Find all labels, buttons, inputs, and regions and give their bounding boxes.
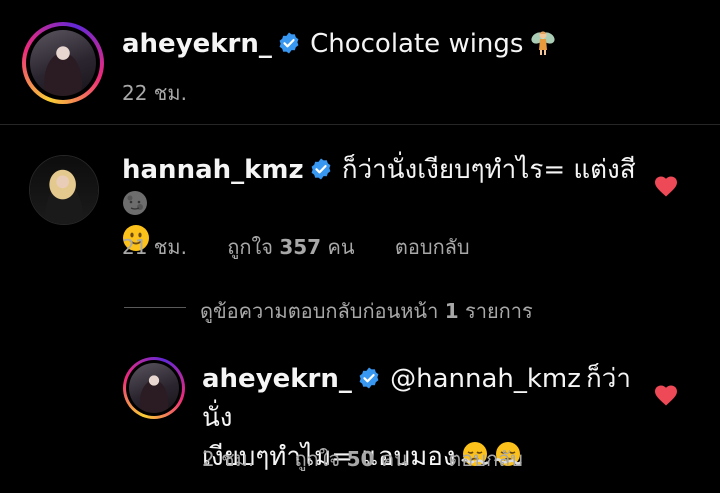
likes-prefix: ถูกใจ (294, 447, 341, 471)
comment1-username[interactable]: hannah_kmz (122, 155, 304, 185)
replies-line (124, 307, 186, 308)
view-previous-replies[interactable]: ดูข้อความตอบกลับก่อนหน้า 1 รายการ (200, 295, 533, 327)
reply-meta: 2 ชม. ถูกใจ 50 คน ตอบกลับ (202, 443, 523, 475)
comment1-text: ก็ว่านั่งเงียบๆทำไร= แต่งสี (341, 155, 636, 185)
reply-like-heart-icon[interactable] (654, 384, 678, 406)
comment1-meta: 21 ชม. ถูกใจ 357 คน ตอบกลับ (122, 231, 470, 263)
reply-reply-button[interactable]: ตอบกลับ (448, 447, 523, 471)
caption-avatar[interactable] (22, 22, 104, 104)
verified-badge-icon (311, 158, 331, 180)
reply-time: 2 ชม. (202, 447, 255, 471)
view-replies-prefix: ดูข้อความตอบกลับก่อนหน้า (200, 299, 439, 323)
caption-time: 22 ชม. (122, 81, 187, 105)
comment1-like-heart-icon[interactable] (654, 175, 678, 197)
new-moon-face-icon (123, 191, 147, 215)
comment1-reply-button[interactable]: ตอบกลับ (395, 235, 470, 259)
comment1-likes[interactable]: ถูกใจ 357 คน (227, 235, 361, 259)
reply-mention-link[interactable]: @hannah_kmz (390, 364, 581, 394)
divider (0, 124, 720, 125)
reply-avatar[interactable] (123, 357, 185, 419)
caption-text: Chocolate wings (310, 29, 524, 59)
likes-suffix: คน (327, 235, 355, 259)
view-replies-count: 1 (444, 299, 459, 323)
reply-username[interactable]: aheyekrn_ (202, 364, 352, 394)
likes-count: 357 (279, 235, 322, 259)
reply-likes[interactable]: ถูกใจ 50 คน (295, 447, 415, 471)
verified-badge-icon (359, 367, 379, 389)
likes-prefix: ถูกใจ (227, 235, 273, 259)
comment1-avatar[interactable] (29, 155, 99, 225)
fairy-icon (531, 31, 555, 55)
view-replies-suffix: รายการ (464, 299, 533, 323)
likes-suffix: คน (380, 447, 408, 471)
verified-badge-icon (279, 32, 299, 54)
likes-count: 50 (346, 447, 375, 471)
caption-header: aheyekrn_ Chocolate wings (122, 28, 557, 59)
comment1-time: 21 ชม. (122, 235, 187, 259)
caption-username[interactable]: aheyekrn_ (122, 29, 272, 59)
